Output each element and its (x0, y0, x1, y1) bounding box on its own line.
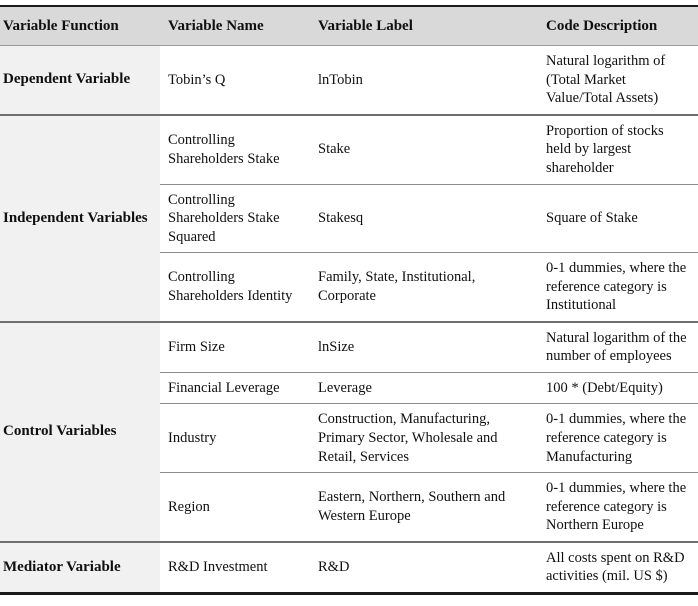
code-description-cell: 100 * (Debt/Equity) (538, 371, 698, 404)
variable-function-group-cell: Independent Variables (0, 113, 160, 322)
table-header: Variable Function Variable Name Variable… (0, 6, 698, 47)
column-header-variable-function: Variable Function (0, 6, 160, 47)
code-description-cell: All costs spent on R&D activities (mil. … (538, 540, 698, 594)
code-description-cell: 0-1 dummies, where the reference categor… (538, 252, 698, 322)
variable-function-group-cell: Mediator Variable (0, 540, 160, 594)
variable-label-cell: R&D (310, 540, 538, 594)
variable-definitions-table: Variable Function Variable Name Variable… (0, 5, 698, 595)
variable-label-cell: lnSize (310, 320, 538, 373)
code-description-cell: Square of Stake (538, 183, 698, 253)
code-description-cell: Natural logarithm of (Total Market Value… (546, 53, 666, 107)
column-header-code-description: Code Description (538, 6, 698, 47)
variable-name-cell: Industry (160, 403, 310, 473)
variable-name-cell: Tobin’s Q (168, 71, 226, 88)
variable-name-cell: Firm Size (160, 320, 310, 373)
variable-name-cell: Controlling Shareholders Stake Squared (160, 183, 310, 253)
variable-label-cell: Construction, Manufacturing, Primary Sec… (310, 403, 538, 473)
variable-name-cell: Region (160, 472, 310, 542)
variable-name-cell: R&D Investment (160, 540, 310, 594)
variable-name-cell: Controlling Shareholders Stake (160, 113, 310, 185)
variable-name-cell: Controlling Shareholders Identity (160, 252, 310, 322)
code-description-cell: 0-1 dummies, where the reference categor… (538, 403, 698, 473)
variable-function-group-cell: Control Variables (0, 320, 160, 542)
code-description-cell: 0-1 dummies, where the reference categor… (538, 472, 698, 542)
variable-name-cell: Financial Leverage (160, 371, 310, 404)
variable-label-cell: Stakesq (310, 183, 538, 253)
variable-label-cell: Eastern, Northern, Southern and Western … (310, 472, 538, 542)
variable-label-cell: lnTobin (318, 71, 363, 88)
column-header-variable-label: Variable Label (310, 6, 538, 47)
table-row: Mediator Variable R&D Investment R&D All co… (0, 540, 698, 594)
table-header-row: Variable Function Variable Name Variable… (0, 6, 698, 47)
table-row: Control Variables Firm Size lnSize Natural … (0, 320, 698, 542)
code-description-cell: Proportion of stocks held by largest sha… (538, 113, 698, 185)
table-body: Dependent Variable Tobin’s Q lnTobin Natura… (0, 45, 698, 594)
variable-label-cell: Leverage (310, 371, 538, 404)
column-header-variable-name: Variable Name (160, 6, 310, 47)
table-viewport: Variable Function Variable Name Variable… (0, 0, 698, 606)
code-description-cell: Natural logarithm of the number of emplo… (538, 320, 698, 373)
variable-label-cell: Family, State, Institutional, Corporate (310, 252, 538, 322)
table-row: Independent Variables Controlling Shareho… (0, 113, 698, 322)
variable-label-cell: Stake (310, 113, 538, 185)
table-row: Dependent Variable Tobin’s Q lnTobin Natura… (0, 45, 698, 115)
variable-function-group-cell: Dependent Variable (0, 45, 160, 115)
